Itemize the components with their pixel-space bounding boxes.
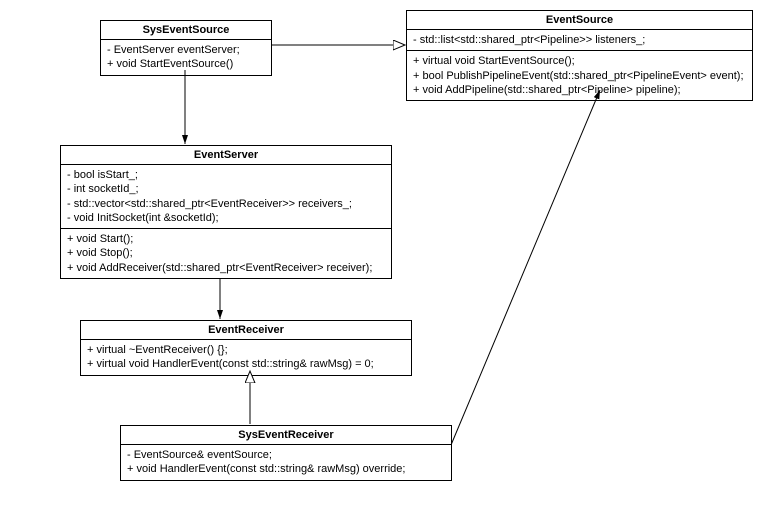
class-members: - EventSource& eventSource; + void Handl… (121, 445, 451, 480)
member-line: + void StartEventSource() (107, 57, 265, 71)
class-sys-event-receiver: SysEventReceiver - EventSource& eventSou… (120, 425, 452, 481)
class-event-server: EventServer - bool isStart_; - int socke… (60, 145, 392, 279)
member-line: - bool isStart_; (67, 168, 385, 182)
method-line: + void Stop(); (67, 246, 385, 260)
method-line: + bool PublishPipelineEvent(std::shared_… (413, 69, 746, 83)
class-methods: + void Start(); + void Stop(); + void Ad… (61, 229, 391, 278)
member-line: + void HandlerEvent(const std::string& r… (127, 462, 445, 476)
member-line: - int socketId_; (67, 182, 385, 196)
method-line: + void AddPipeline(std::shared_ptr<Pipel… (413, 83, 746, 97)
class-event-receiver: EventReceiver + virtual ~EventReceiver()… (80, 320, 412, 376)
class-methods: + virtual ~EventReceiver() {}; + virtual… (81, 340, 411, 375)
class-sys-event-source: SysEventSource - EventServer eventServer… (100, 20, 272, 76)
method-line: + virtual void StartEventSource(); (413, 54, 746, 68)
member-line: - EventSource& eventSource; (127, 448, 445, 462)
class-title: EventSource (407, 11, 752, 30)
class-members: - EventServer eventServer; + void StartE… (101, 40, 271, 75)
class-title: EventServer (61, 146, 391, 165)
method-line: + virtual ~EventReceiver() {}; (87, 343, 405, 357)
member-line: - EventServer eventServer; (107, 43, 265, 57)
class-methods: + virtual void StartEventSource(); + boo… (407, 51, 752, 100)
class-members: - bool isStart_; - int socketId_; - std:… (61, 165, 391, 229)
arrow-syseventreceiver-to-eventsource (451, 90, 600, 445)
method-line: + void AddReceiver(std::shared_ptr<Event… (67, 261, 385, 275)
member-line: - void InitSocket(int &socketId); (67, 211, 385, 225)
class-title: SysEventReceiver (121, 426, 451, 445)
method-line: + void Start(); (67, 232, 385, 246)
member-line: - std::list<std::shared_ptr<Pipeline>> l… (413, 33, 746, 47)
class-title: EventReceiver (81, 321, 411, 340)
member-line: - std::vector<std::shared_ptr<EventRecei… (67, 197, 385, 211)
class-title: SysEventSource (101, 21, 271, 40)
method-line: + virtual void HandlerEvent(const std::s… (87, 357, 405, 371)
class-event-source: EventSource - std::list<std::shared_ptr<… (406, 10, 753, 101)
class-members: - std::list<std::shared_ptr<Pipeline>> l… (407, 30, 752, 51)
